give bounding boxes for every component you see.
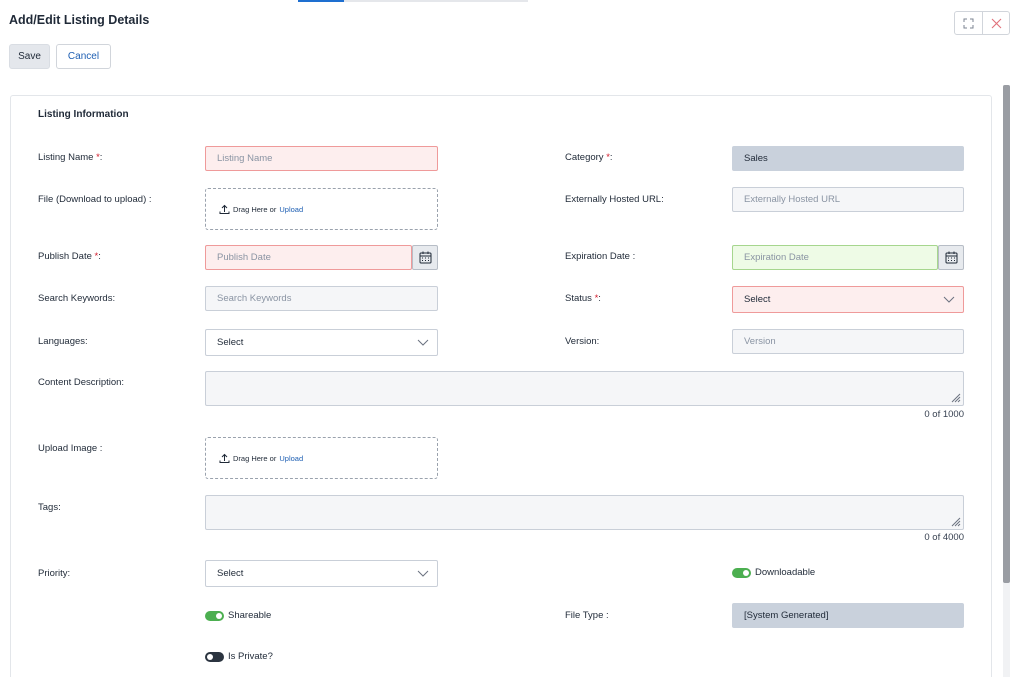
version-input[interactable]: Version [732, 329, 964, 354]
category-label: Category *: [565, 152, 613, 163]
resize-handle-icon[interactable] [951, 517, 961, 527]
status-value: Select [744, 294, 771, 305]
shareable-toggle[interactable]: Shareable [205, 610, 271, 621]
calendar-icon [419, 251, 431, 264]
external-url-label: Externally Hosted URL: [565, 194, 664, 205]
top-progress-fill [298, 0, 344, 2]
priority-value: Select [217, 568, 244, 579]
expiration-date-placeholder: Expiration Date [744, 252, 809, 263]
file-label: File (Download to upload) : [38, 194, 152, 205]
priority-label: Priority: [38, 568, 71, 579]
languages-select[interactable]: Select [205, 329, 438, 356]
expand-button[interactable] [955, 12, 982, 34]
close-icon [991, 18, 1001, 28]
expiration-date-calendar-button[interactable] [938, 245, 964, 270]
publish-date-calendar-button[interactable] [412, 245, 438, 270]
is-private-label: Is Private? [228, 651, 273, 662]
image-upload-link[interactable]: Upload [279, 454, 303, 463]
resize-handle-icon[interactable] [951, 393, 961, 403]
page-title: Add/Edit Listing Details [9, 13, 150, 27]
upload-icon [219, 453, 230, 463]
external-url-input[interactable]: Externally Hosted URL [732, 187, 964, 212]
tags-label: Tags: [38, 502, 61, 513]
languages-label: Languages: [38, 336, 88, 347]
shareable-label: Shareable [228, 610, 272, 621]
version-placeholder: Version [744, 336, 776, 347]
languages-value: Select [217, 337, 244, 348]
search-keywords-input[interactable]: Search Keywords [205, 286, 438, 311]
content-description-label: Content Description: [38, 377, 125, 388]
calendar-icon [945, 251, 957, 264]
upload-icon [219, 204, 230, 214]
search-keywords-placeholder: Search Keywords [217, 293, 292, 304]
shareable-switch[interactable] [205, 610, 224, 621]
file-drag-text: Drag Here or [233, 204, 277, 214]
listing-name-input[interactable]: Listing Name [205, 146, 438, 171]
expand-icon [963, 18, 974, 28]
status-label: Status *: [565, 293, 601, 304]
priority-select[interactable]: Select [205, 560, 438, 587]
publish-date-placeholder: Publish Date [217, 252, 271, 263]
is-private-switch[interactable] [205, 651, 224, 662]
downloadable-switch[interactable] [732, 567, 751, 578]
file-type-field: [System Generated] [732, 603, 964, 628]
file-type-label: File Type : [565, 610, 609, 621]
section-title: Listing Information [38, 109, 129, 120]
image-dropzone[interactable]: Drag Here or Upload [205, 437, 438, 479]
listing-name-placeholder: Listing Name [217, 153, 273, 164]
search-keywords-label: Search Keywords: [38, 293, 116, 304]
category-value: Sales [744, 153, 768, 164]
top-progress-bar [298, 0, 528, 2]
upload-image-label: Upload Image : [38, 443, 103, 454]
version-label: Version: [565, 336, 600, 347]
listing-name-label: Listing Name *: [38, 152, 103, 163]
downloadable-toggle[interactable]: Downloadable [732, 567, 815, 578]
content-description-textarea[interactable] [205, 371, 964, 406]
save-button[interactable]: Save [9, 44, 50, 69]
file-dropzone[interactable]: Drag Here or Upload [205, 188, 438, 230]
category-field: Sales [732, 146, 964, 171]
expiration-date-label: Expiration Date : [565, 251, 636, 262]
file-upload-link[interactable]: Upload [279, 205, 303, 214]
publish-date-label: Publish Date *: [38, 251, 101, 262]
expiration-date-input[interactable]: Expiration Date [732, 245, 938, 270]
external-url-placeholder: Externally Hosted URL [744, 194, 841, 205]
window-controls [954, 11, 1010, 35]
image-drag-text: Drag Here or [233, 453, 277, 463]
scrollbar-thumb[interactable] [1003, 85, 1010, 583]
close-button[interactable] [982, 12, 1009, 34]
chevron-down-icon [417, 570, 429, 577]
file-type-value: [System Generated] [744, 610, 829, 621]
scrollbar[interactable] [1003, 85, 1010, 677]
downloadable-label: Downloadable [755, 567, 816, 578]
chevron-down-icon [417, 339, 429, 346]
tags-counter: 0 of 4000 [924, 532, 964, 543]
status-select[interactable]: Select [732, 286, 964, 313]
is-private-toggle[interactable]: Is Private? [205, 651, 273, 662]
content-description-counter: 0 of 1000 [924, 409, 964, 420]
publish-date-input[interactable]: Publish Date [205, 245, 412, 270]
cancel-button[interactable]: Cancel [56, 44, 111, 69]
tags-textarea[interactable] [205, 495, 964, 530]
chevron-down-icon [943, 296, 955, 303]
